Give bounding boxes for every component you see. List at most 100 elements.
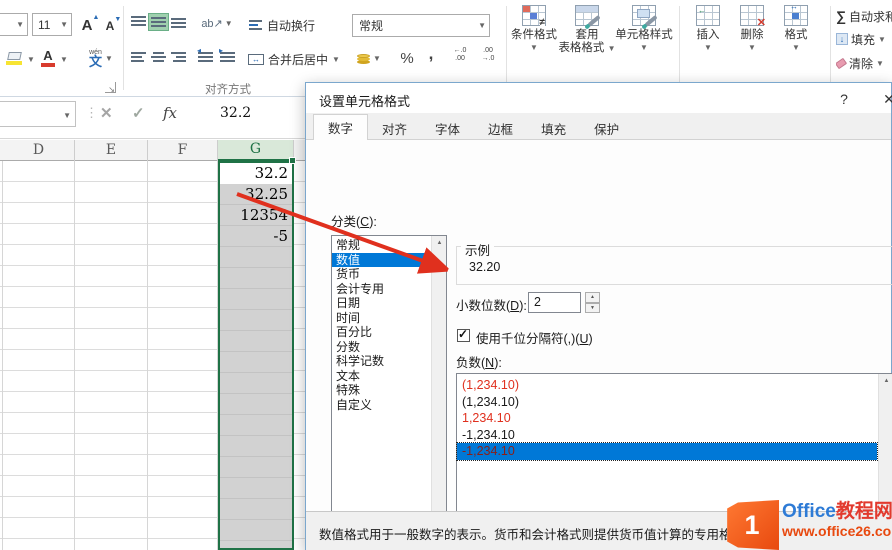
format-cells-dialog: 设置单元格格式 ? ✕ 数字 对齐 字体 边框 填充 保护 分类(C): 常规 …	[305, 82, 892, 550]
accounting-format-button[interactable]: ▼	[354, 47, 384, 69]
wrap-text-button[interactable]: 自动换行	[248, 16, 315, 34]
phonetic-guide-button[interactable]: wén 文 ▼	[86, 45, 116, 71]
orientation-icon: ab↗	[201, 17, 223, 30]
category-general[interactable]: 常规	[332, 238, 426, 253]
dialog-title: 设置单元格格式	[319, 94, 411, 109]
format-as-table-button[interactable]: 套用 表格格式 ▼	[558, 5, 616, 73]
thousands-separator-checkbox[interactable]: ✓	[457, 327, 470, 342]
column-header-f[interactable]: F	[148, 140, 218, 161]
tab-border[interactable]: 边框	[474, 117, 527, 139]
align-middle-button[interactable]	[148, 13, 169, 31]
spin-up-icon[interactable]: ▲	[585, 292, 600, 303]
category-fraction[interactable]: 分数	[332, 340, 426, 355]
category-scientific[interactable]: 科学记数	[332, 354, 426, 369]
decrease-decimal-button[interactable]: .00 →.0	[476, 47, 500, 63]
tab-alignment[interactable]: 对齐	[368, 117, 421, 139]
phonetic-guide-icon: wén 文	[89, 49, 102, 68]
confirm-entry-button[interactable]: ✓	[132, 104, 145, 122]
conditional-format-button[interactable]: ≠ 条件格式 ▼	[508, 5, 560, 73]
tab-number[interactable]: 数字	[313, 114, 369, 140]
increase-indent-button[interactable]: ▸	[218, 46, 237, 65]
column-header-e[interactable]: E	[75, 140, 148, 161]
increase-decimal-button[interactable]: ←.0 .00	[448, 47, 472, 63]
category-text[interactable]: 文本	[332, 369, 426, 384]
format-cells-icon: ↔	[784, 3, 808, 26]
spin-down-icon[interactable]: ▼	[585, 302, 600, 313]
orientation-button[interactable]: ab↗ ▼	[200, 14, 234, 32]
tab-fill[interactable]: 填充	[527, 117, 580, 139]
insert-function-button[interactable]: fx	[163, 104, 177, 122]
category-custom[interactable]: 自定义	[332, 398, 426, 413]
font-name-dropdown[interactable]: ▼	[0, 13, 28, 36]
category-percentage[interactable]: 百分比	[332, 325, 426, 340]
delete-cells-button[interactable]: ✕ 删除 ▼	[732, 5, 772, 73]
align-bottom-button[interactable]	[169, 14, 188, 30]
number-format-dropdown[interactable]: 常规 ▼	[352, 14, 490, 37]
sigma-icon: ∑	[836, 8, 846, 24]
selected-column-range[interactable]: 32.2 32.25 12354 -5	[218, 161, 294, 550]
percent-style-button[interactable]: %	[396, 48, 418, 68]
column-header-g-selected[interactable]: G	[218, 140, 294, 161]
align-right-button[interactable]	[169, 49, 188, 65]
chevron-down-icon: ▼	[27, 55, 35, 64]
delete-label: 删除	[740, 29, 764, 41]
cell-styles-button[interactable]: 单元格样式 ▼	[612, 5, 676, 73]
negative-option-1[interactable]: (1,234.10)	[457, 377, 877, 394]
fill-button[interactable]: ↓ 填充 ▼	[836, 31, 892, 47]
name-box[interactable]: ▼	[0, 101, 76, 127]
category-special[interactable]: 特殊	[332, 383, 426, 398]
dialog-titlebar[interactable]: 设置单元格格式 ? ✕	[306, 83, 892, 113]
tab-font[interactable]: 字体	[421, 117, 474, 139]
column-header-d[interactable]: D	[3, 140, 75, 161]
decrease-indent-button[interactable]: ◂	[196, 47, 215, 65]
cancel-entry-button[interactable]: ✕	[100, 104, 113, 122]
dialog-launcher-icon[interactable]	[105, 82, 116, 94]
category-scrollbar[interactable]: ▲ ▼	[431, 236, 446, 550]
cell-g3[interactable]: 12354	[220, 205, 292, 226]
align-top-button[interactable]	[129, 14, 148, 30]
fill-handle[interactable]	[289, 157, 296, 164]
category-number-selected[interactable]: 数值	[332, 252, 426, 267]
chevron-down-icon: ▼	[478, 21, 486, 30]
thousands-separator-label[interactable]: 使用千位分隔符(,)(U)	[476, 328, 593, 347]
decimal-places-input[interactable]: 2	[528, 292, 581, 313]
shrink-font-button[interactable]: A ▼	[99, 14, 122, 38]
dialog-close-button[interactable]: ✕	[872, 88, 892, 110]
grow-font-button[interactable]: A ▲	[76, 13, 100, 37]
format-cells-button[interactable]: ↔ 格式 ▼	[776, 3, 816, 73]
negative-option-3[interactable]: 1,234.10	[457, 410, 877, 427]
cell-g1[interactable]: 32.2	[220, 163, 292, 184]
font-color-button[interactable]: A	[38, 46, 58, 70]
merge-center-button[interactable]: ↔ 合并后居中 ▼	[248, 50, 340, 68]
align-center-button[interactable]	[149, 49, 168, 65]
category-date[interactable]: 日期	[332, 296, 426, 311]
scroll-up-icon[interactable]: ▲	[432, 236, 447, 251]
insert-cells-button[interactable]: ← 插入 ▼	[688, 5, 728, 73]
negative-option-5-selected[interactable]: -1,234.10	[456, 442, 878, 461]
category-listbox[interactable]: 常规 数值 货币 会计专用 日期 时间 百分比 分数 科学记数 文本 特殊 自定…	[331, 235, 447, 550]
grow-font-label: A	[81, 16, 93, 34]
formula-bar-value[interactable]: 32.2	[220, 105, 251, 121]
category-currency[interactable]: 货币	[332, 267, 426, 282]
chevron-down-icon: ▼	[224, 18, 233, 28]
clear-button[interactable]: 清除 ▼	[836, 55, 892, 71]
chevron-down-icon: ▼	[105, 53, 113, 63]
cell-g2[interactable]: 32.25	[220, 184, 292, 205]
negative-option-4[interactable]: -1,234.10	[457, 427, 877, 444]
format-as-table-label-2: 表格格式	[558, 42, 605, 54]
tab-protection[interactable]: 保护	[580, 117, 633, 139]
negative-option-2[interactable]: (1,234.10)	[457, 394, 877, 411]
chevron-down-icon: ▼	[60, 20, 68, 29]
align-left-button[interactable]	[129, 49, 148, 65]
scroll-up-icon[interactable]: ▲	[879, 374, 892, 389]
category-accounting[interactable]: 会计专用	[332, 282, 426, 297]
decimal-places-stepper[interactable]: ▲ ▼	[585, 292, 600, 313]
cell-g4[interactable]: -5	[220, 226, 292, 247]
comma-style-button[interactable]: ,	[424, 44, 438, 64]
fill-color-button[interactable]	[2, 46, 26, 70]
right-arrow-icon: ▸	[219, 46, 224, 55]
autosum-button[interactable]: ∑ 自动求和	[836, 8, 892, 24]
category-time[interactable]: 时间	[332, 311, 426, 326]
font-size-dropdown[interactable]: 11 ▼	[32, 13, 72, 36]
dialog-help-button[interactable]: ?	[830, 88, 858, 110]
